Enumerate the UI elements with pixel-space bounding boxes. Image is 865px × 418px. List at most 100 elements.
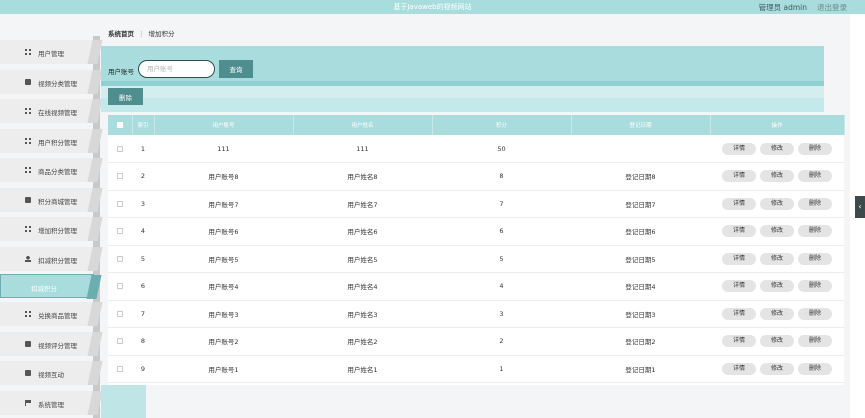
cell-name: 用户姓名8 (347, 173, 378, 182)
sidebar-item[interactable]: 视频评分管理 (0, 332, 103, 356)
row-select-cell (108, 190, 132, 218)
delete-button[interactable]: 删除 (798, 142, 832, 155)
cell-date: 登记日期3 (625, 310, 656, 319)
search-input[interactable] (138, 60, 215, 78)
sidebar-item-label: 用户积分管理 (38, 139, 77, 147)
row-checkbox[interactable] (117, 145, 123, 152)
user-icon (25, 256, 31, 262)
cell-actions: 详情 修改 删除 (710, 328, 844, 356)
edit-button[interactable]: 修改 (760, 225, 794, 238)
edit-button[interactable]: 修改 (760, 142, 794, 155)
collapse-handle-icon[interactable]: ‹ (855, 196, 865, 218)
cell-index: 3 (140, 199, 146, 208)
sidebar-item-label: 商品分类管理 (38, 168, 77, 176)
edit-button[interactable]: 修改 (760, 280, 794, 293)
detail-button[interactable]: 详情 (722, 252, 756, 265)
sidebar-item-label: 扣减积分 (31, 285, 57, 293)
cell-index: 1 (140, 144, 146, 153)
delete-button[interactable]: 删除 (798, 335, 832, 348)
cell-name: 用户姓名1 (347, 365, 378, 374)
sidebar-item-notch (87, 158, 103, 182)
row-select-cell (108, 245, 132, 273)
search-label: 用户账号 (108, 68, 134, 76)
cell-name: 用户姓名2 (347, 338, 378, 347)
cell-index: 7 (140, 309, 146, 318)
sidebar-item[interactable]: 积分商城管理 (0, 188, 103, 212)
logout-link[interactable]: 退出登录 (817, 2, 847, 13)
select-all-header (108, 115, 133, 135)
delete-button[interactable]: 删除 (798, 280, 832, 293)
row-checkbox[interactable] (117, 310, 123, 317)
row-select-cell (108, 163, 132, 191)
sidebar-item[interactable]: 商品分类管理 (0, 158, 103, 182)
breadcrumb-current: 增加积分 (148, 30, 175, 38)
breadcrumb-home[interactable]: 系统首页 (108, 30, 134, 38)
cell-date: 登记日期7 (625, 200, 656, 209)
sidebar-item[interactable]: 扣减积分管理 (0, 247, 103, 271)
cell-name: 用户姓名3 (347, 310, 378, 319)
cell-account: 用户账号8 (208, 173, 239, 182)
row-checkbox[interactable] (117, 365, 123, 372)
sidebar-item[interactable]: 用户积分管理 (0, 129, 103, 153)
sidebar-item[interactable]: 系统管理 (0, 391, 103, 415)
column-header-actions: 操作 (710, 115, 845, 135)
data-table: 索引 用户账号 用户姓名 积分 登记日期 操作 1 111 111 50 详情 修改 删除 2… (108, 115, 845, 385)
cell-account: 用户账号6 (208, 228, 239, 237)
row-checkbox[interactable] (117, 255, 123, 262)
cell-index: 4 (140, 227, 146, 236)
delete-button[interactable]: 删除 (798, 307, 832, 320)
table-row: 1 111 111 50 详情 修改 删除 (108, 135, 844, 163)
row-checkbox[interactable] (117, 283, 123, 290)
row-select-cell (108, 218, 132, 246)
edit-button[interactable]: 修改 (760, 307, 794, 320)
detail-button[interactable]: 详情 (722, 362, 756, 375)
edit-button[interactable]: 修改 (760, 335, 794, 348)
sidebar-item[interactable]: 扣减积分 (0, 274, 102, 299)
cell-account: 111 (217, 144, 230, 153)
delete-button[interactable]: 删除 (798, 362, 832, 375)
detail-button[interactable]: 详情 (722, 170, 756, 183)
search-button[interactable]: 查询 (219, 60, 253, 78)
delete-button[interactable]: 删除 (798, 252, 832, 265)
sidebar-item[interactable]: 用户管理 (0, 40, 103, 64)
table-row: 8 用户账号2 用户姓名2 2 登记日期2 详情 修改 删除 (108, 328, 844, 356)
sidebar-item[interactable]: 视频分类管理 (0, 70, 103, 94)
cell-points: 2 (499, 337, 504, 346)
table-row: 4 用户账号6 用户姓名6 6 登记日期6 详情 修改 删除 (108, 218, 844, 246)
detail-button[interactable]: 详情 (722, 142, 756, 155)
detail-button[interactable]: 详情 (722, 335, 756, 348)
sidebar-item[interactable]: 兑换商品管理 (0, 302, 103, 326)
breadcrumb: 系统首页 ⋮ 增加积分 (108, 28, 850, 40)
edit-button[interactable]: 修改 (760, 170, 794, 183)
edit-button[interactable]: 修改 (760, 252, 794, 265)
sidebar-item-notch (87, 361, 103, 385)
detail-button[interactable]: 详情 (722, 307, 756, 320)
grid-icon (25, 108, 31, 114)
edit-button[interactable]: 修改 (760, 197, 794, 210)
row-checkbox[interactable] (117, 173, 123, 180)
row-checkbox[interactable] (117, 200, 123, 207)
decorative-panel (101, 385, 146, 418)
sidebar-item[interactable]: 增加积分管理 (0, 217, 103, 241)
select-all-checkbox[interactable] (116, 121, 123, 128)
detail-button[interactable]: 详情 (722, 225, 756, 238)
sidebar-item[interactable]: 视频互动 (0, 361, 103, 385)
table-row: 5 用户账号5 用户姓名5 5 登记日期5 详情 修改 删除 (108, 245, 844, 273)
row-checkbox[interactable] (117, 338, 123, 345)
delete-button[interactable]: 删除 (798, 170, 832, 183)
sidebar-item-label: 视频分类管理 (38, 80, 77, 88)
detail-button[interactable]: 详情 (722, 280, 756, 293)
sidebar: 用户管理视频分类管理在线视频管理用户积分管理 商品分类管理积分商城管理 增加积分管理… (0, 36, 103, 418)
delete-button[interactable]: 删除 (798, 197, 832, 210)
detail-button[interactable]: 详情 (722, 197, 756, 210)
delete-button[interactable]: 删除 (798, 225, 832, 238)
sidebar-item[interactable]: 在线视频管理 (0, 99, 103, 123)
edit-button[interactable]: 修改 (760, 362, 794, 375)
cell-date: 登记日期6 (625, 228, 656, 237)
action-banner (101, 86, 824, 112)
row-checkbox[interactable] (117, 228, 123, 235)
cell-actions: 详情 修改 删除 (710, 218, 844, 246)
batch-delete-button[interactable]: 删除 (108, 88, 143, 105)
cell-name: 用户姓名4 (347, 283, 378, 292)
row-select-cell (108, 135, 132, 163)
